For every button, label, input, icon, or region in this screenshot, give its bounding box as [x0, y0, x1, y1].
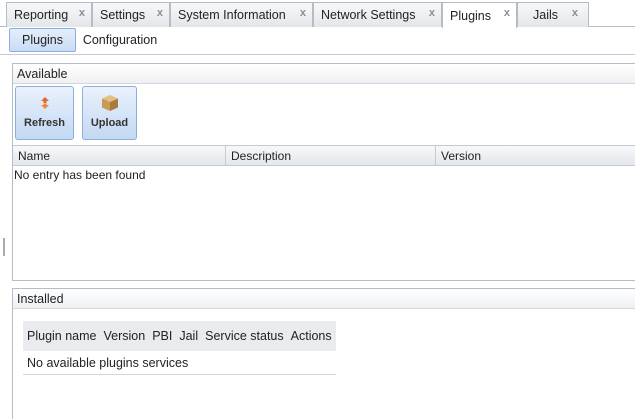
- tab-label: Plugins: [450, 8, 491, 23]
- column-header-pbi: PBI: [152, 329, 173, 343]
- splitter-handle[interactable]: [3, 238, 5, 256]
- grid-empty-message: No entry has been found: [14, 168, 146, 182]
- tab-system-information[interactable]: System Information x: [170, 2, 313, 27]
- column-header-description[interactable]: Description: [226, 146, 436, 166]
- upload-button[interactable]: Upload: [82, 86, 137, 140]
- installed-panel: Installed Plugin name Version PBI Jail S…: [12, 288, 635, 419]
- available-title: Available: [13, 64, 635, 84]
- tab-label: System Information: [178, 8, 286, 22]
- grid-header: Name Description Version: [13, 145, 635, 166]
- refresh-icon: [38, 94, 52, 112]
- close-icon[interactable]: x: [504, 7, 510, 19]
- refresh-label: Refresh: [24, 117, 65, 129]
- close-icon[interactable]: x: [157, 7, 163, 19]
- available-grid: Name Description Version No entry has be…: [13, 145, 635, 281]
- close-icon[interactable]: x: [79, 7, 85, 19]
- tab-plugins[interactable]: Plugins x: [442, 2, 517, 28]
- tab-jails[interactable]: Jails x: [517, 2, 589, 27]
- tab-label: Jails: [533, 8, 559, 22]
- subtab-plugins[interactable]: Plugins: [9, 28, 76, 52]
- tab-network-settings[interactable]: Network Settings x: [313, 2, 442, 27]
- close-icon[interactable]: x: [429, 7, 435, 19]
- close-icon[interactable]: x: [300, 7, 306, 19]
- tab-settings[interactable]: Settings x: [92, 2, 170, 27]
- sub-tab-bar: Plugins Configuration: [0, 27, 635, 55]
- tab-label: Settings: [100, 8, 146, 22]
- available-toolbar: Refresh Upload: [15, 86, 215, 140]
- installed-title: Installed: [13, 289, 635, 309]
- box-icon: [101, 94, 119, 112]
- subtab-configuration[interactable]: Configuration: [78, 28, 162, 52]
- upload-label: Upload: [90, 117, 129, 129]
- column-header-name[interactable]: Name: [13, 146, 226, 166]
- column-header-jail: Jail: [179, 329, 199, 343]
- installed-table-header: Plugin name Version PBI Jail Service sta…: [23, 321, 336, 351]
- column-header-version: Version: [103, 329, 146, 343]
- column-header-plugin-name: Plugin name: [27, 329, 97, 343]
- tab-label: Network Settings: [321, 8, 416, 22]
- column-header-service-status: Service status: [205, 329, 284, 343]
- installed-empty-message: No available plugins services: [23, 351, 336, 375]
- tab-label: Reporting: [14, 8, 69, 22]
- tab-bar: Reporting x Settings x System Informatio…: [0, 0, 635, 28]
- tab-reporting[interactable]: Reporting x: [6, 2, 92, 27]
- available-panel: Available Refresh Upload Name Descriptio…: [12, 63, 635, 281]
- refresh-button[interactable]: Refresh: [15, 86, 74, 140]
- column-header-version[interactable]: Version: [436, 146, 635, 166]
- close-icon[interactable]: x: [572, 7, 578, 19]
- column-header-actions: Actions: [290, 329, 332, 343]
- installed-table: Plugin name Version PBI Jail Service sta…: [23, 321, 336, 375]
